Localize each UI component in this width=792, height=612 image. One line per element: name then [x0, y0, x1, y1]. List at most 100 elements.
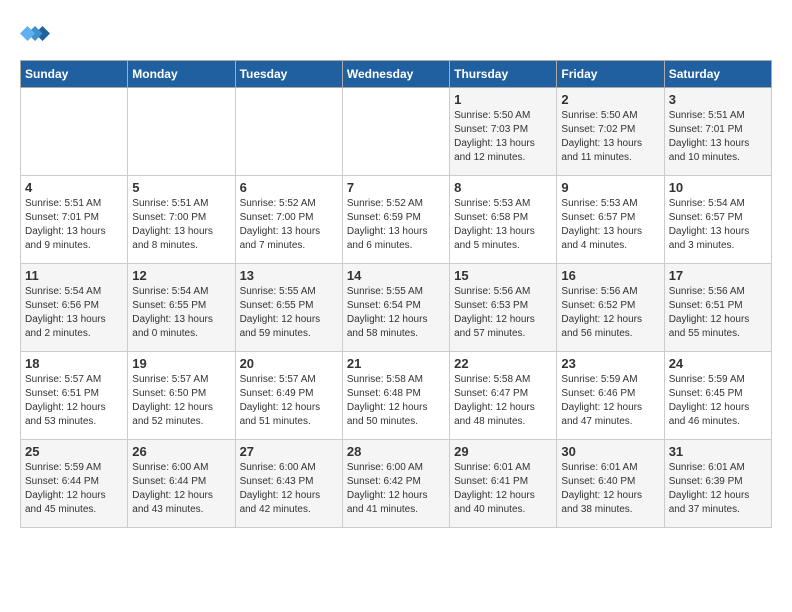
day-number: 8 [454, 180, 552, 195]
calendar-cell: 24Sunrise: 5:59 AM Sunset: 6:45 PM Dayli… [664, 352, 771, 440]
calendar-cell: 28 Sunrise: 6:00 AM Sunset: 6:42 PM Dayli… [342, 440, 449, 528]
logo-icon [20, 20, 50, 50]
calendar-cell: 15 Sunrise: 5:56 AM Sunset: 6:53 PM Dayli… [450, 264, 557, 352]
calendar-cell: 8 Sunrise: 5:53 AM Sunset: 6:58 PM Daylig… [450, 176, 557, 264]
day-number: 20 [240, 356, 338, 371]
day-info: Sunrise: 5:51 AM Sunset: 7:00 PM Dayligh… [132, 197, 230, 253]
day-info: Sunrise: 5:59 AM Sunset: 6:46 PM Dayligh… [561, 373, 659, 429]
day-info: Sunrise: 5:53 AM Sunset: 6:58 PM Dayligh… [454, 197, 552, 253]
day-number: 3 [669, 92, 767, 107]
day-number: 22 [454, 356, 552, 371]
calendar-week-row: 11 Sunrise: 5:54 AM Sunset: 6:56 PM Dayli… [21, 264, 772, 352]
day-number: 14 [347, 268, 445, 283]
calendar-cell: 19 Sunrise: 5:57 AM Sunset: 6:50 PM Dayli… [128, 352, 235, 440]
day-number: 26 [132, 444, 230, 459]
day-info: Sunrise: 5:52 AM Sunset: 6:59 PM Dayligh… [347, 197, 445, 253]
calendar-cell: 31Sunrise: 6:01 AM Sunset: 6:39 PM Dayli… [664, 440, 771, 528]
day-info: Sunrise: 6:01 AM Sunset: 6:41 PM Dayligh… [454, 461, 552, 517]
day-info: Sunrise: 5:57 AM Sunset: 6:51 PM Dayligh… [25, 373, 123, 429]
weekday-header: Tuesday [235, 61, 342, 88]
day-number: 19 [132, 356, 230, 371]
day-number: 28 [347, 444, 445, 459]
day-info: Sunrise: 5:59 AM Sunset: 6:44 PM Dayligh… [25, 461, 123, 517]
calendar-cell: 9 Sunrise: 5:53 AM Sunset: 6:57 PM Daylig… [557, 176, 664, 264]
calendar-cell: 18 Sunrise: 5:57 AM Sunset: 6:51 PM Dayli… [21, 352, 128, 440]
calendar-cell: 14 Sunrise: 5:55 AM Sunset: 6:54 PM Dayli… [342, 264, 449, 352]
day-info: Sunrise: 5:53 AM Sunset: 6:57 PM Dayligh… [561, 197, 659, 253]
calendar-cell: 23Sunrise: 5:59 AM Sunset: 6:46 PM Dayli… [557, 352, 664, 440]
calendar-header: SundayMondayTuesdayWednesdayThursdayFrid… [21, 61, 772, 88]
calendar-cell: 21 Sunrise: 5:58 AM Sunset: 6:48 PM Dayli… [342, 352, 449, 440]
day-number: 11 [25, 268, 123, 283]
day-info: Sunrise: 5:56 AM Sunset: 6:52 PM Dayligh… [561, 285, 659, 341]
calendar-cell: 3 Sunrise: 5:51 AM Sunset: 7:01 PM Daylig… [664, 88, 771, 176]
day-number: 17 [669, 268, 767, 283]
calendar-cell: 22 Sunrise: 5:58 AM Sunset: 6:47 PM Dayli… [450, 352, 557, 440]
calendar-cell: 1Sunrise: 5:50 AM Sunset: 7:03 PM Daylig… [450, 88, 557, 176]
day-info: Sunrise: 6:00 AM Sunset: 6:42 PM Dayligh… [347, 461, 445, 517]
calendar-cell: 12Sunrise: 5:54 AM Sunset: 6:55 PM Dayli… [128, 264, 235, 352]
day-number: 15 [454, 268, 552, 283]
day-number: 10 [669, 180, 767, 195]
calendar-cell: 5 Sunrise: 5:51 AM Sunset: 7:00 PM Daylig… [128, 176, 235, 264]
day-info: Sunrise: 5:52 AM Sunset: 7:00 PM Dayligh… [240, 197, 338, 253]
day-number: 4 [25, 180, 123, 195]
day-number: 18 [25, 356, 123, 371]
weekday-header: Friday [557, 61, 664, 88]
day-info: Sunrise: 5:54 AM Sunset: 6:56 PM Dayligh… [25, 285, 123, 341]
day-number: 21 [347, 356, 445, 371]
calendar-body: 1Sunrise: 5:50 AM Sunset: 7:03 PM Daylig… [21, 88, 772, 528]
calendar-cell: 7 Sunrise: 5:52 AM Sunset: 6:59 PM Daylig… [342, 176, 449, 264]
calendar-cell [342, 88, 449, 176]
weekday-header: Monday [128, 61, 235, 88]
day-number: 29 [454, 444, 552, 459]
day-number: 25 [25, 444, 123, 459]
calendar-cell: 11 Sunrise: 5:54 AM Sunset: 6:56 PM Dayli… [21, 264, 128, 352]
day-info: Sunrise: 5:57 AM Sunset: 6:50 PM Dayligh… [132, 373, 230, 429]
weekday-header: Sunday [21, 61, 128, 88]
calendar-cell: 16 Sunrise: 5:56 AM Sunset: 6:52 PM Dayli… [557, 264, 664, 352]
calendar-cell [128, 88, 235, 176]
calendar-cell: 4 Sunrise: 5:51 AM Sunset: 7:01 PM Daylig… [21, 176, 128, 264]
calendar-cell: 29 Sunrise: 6:01 AM Sunset: 6:41 PM Dayli… [450, 440, 557, 528]
day-number: 16 [561, 268, 659, 283]
day-info: Sunrise: 5:58 AM Sunset: 6:48 PM Dayligh… [347, 373, 445, 429]
calendar-week-row: 18 Sunrise: 5:57 AM Sunset: 6:51 PM Dayli… [21, 352, 772, 440]
day-number: 6 [240, 180, 338, 195]
weekday-header: Saturday [664, 61, 771, 88]
calendar-cell: 6 Sunrise: 5:52 AM Sunset: 7:00 PM Daylig… [235, 176, 342, 264]
page-header [20, 20, 772, 50]
calendar-cell [21, 88, 128, 176]
day-info: Sunrise: 5:54 AM Sunset: 6:55 PM Dayligh… [132, 285, 230, 341]
day-info: Sunrise: 5:55 AM Sunset: 6:55 PM Dayligh… [240, 285, 338, 341]
day-number: 2 [561, 92, 659, 107]
calendar-cell: 25 Sunrise: 5:59 AM Sunset: 6:44 PM Dayli… [21, 440, 128, 528]
day-number: 5 [132, 180, 230, 195]
calendar-cell: 17 Sunrise: 5:56 AM Sunset: 6:51 PM Dayli… [664, 264, 771, 352]
day-info: Sunrise: 5:59 AM Sunset: 6:45 PM Dayligh… [669, 373, 767, 429]
day-info: Sunrise: 5:58 AM Sunset: 6:47 PM Dayligh… [454, 373, 552, 429]
calendar-cell [235, 88, 342, 176]
header-row: SundayMondayTuesdayWednesdayThursdayFrid… [21, 61, 772, 88]
day-number: 9 [561, 180, 659, 195]
day-info: Sunrise: 5:50 AM Sunset: 7:02 PM Dayligh… [561, 109, 659, 165]
day-number: 13 [240, 268, 338, 283]
day-info: Sunrise: 5:55 AM Sunset: 6:54 PM Dayligh… [347, 285, 445, 341]
calendar-week-row: 25 Sunrise: 5:59 AM Sunset: 6:44 PM Dayli… [21, 440, 772, 528]
day-info: Sunrise: 5:51 AM Sunset: 7:01 PM Dayligh… [25, 197, 123, 253]
calendar-cell: 2 Sunrise: 5:50 AM Sunset: 7:02 PM Daylig… [557, 88, 664, 176]
day-number: 31 [669, 444, 767, 459]
calendar-cell: 10 Sunrise: 5:54 AM Sunset: 6:57 PM Dayli… [664, 176, 771, 264]
day-info: Sunrise: 5:57 AM Sunset: 6:49 PM Dayligh… [240, 373, 338, 429]
calendar-cell: 20 Sunrise: 5:57 AM Sunset: 6:49 PM Dayli… [235, 352, 342, 440]
day-number: 30 [561, 444, 659, 459]
day-info: Sunrise: 5:54 AM Sunset: 6:57 PM Dayligh… [669, 197, 767, 253]
day-info: Sunrise: 5:56 AM Sunset: 6:51 PM Dayligh… [669, 285, 767, 341]
day-info: Sunrise: 5:51 AM Sunset: 7:01 PM Dayligh… [669, 109, 767, 165]
day-info: Sunrise: 5:56 AM Sunset: 6:53 PM Dayligh… [454, 285, 552, 341]
day-number: 27 [240, 444, 338, 459]
calendar-week-row: 1Sunrise: 5:50 AM Sunset: 7:03 PM Daylig… [21, 88, 772, 176]
calendar-cell: 30Sunrise: 6:01 AM Sunset: 6:40 PM Dayli… [557, 440, 664, 528]
day-number: 7 [347, 180, 445, 195]
weekday-header: Thursday [450, 61, 557, 88]
